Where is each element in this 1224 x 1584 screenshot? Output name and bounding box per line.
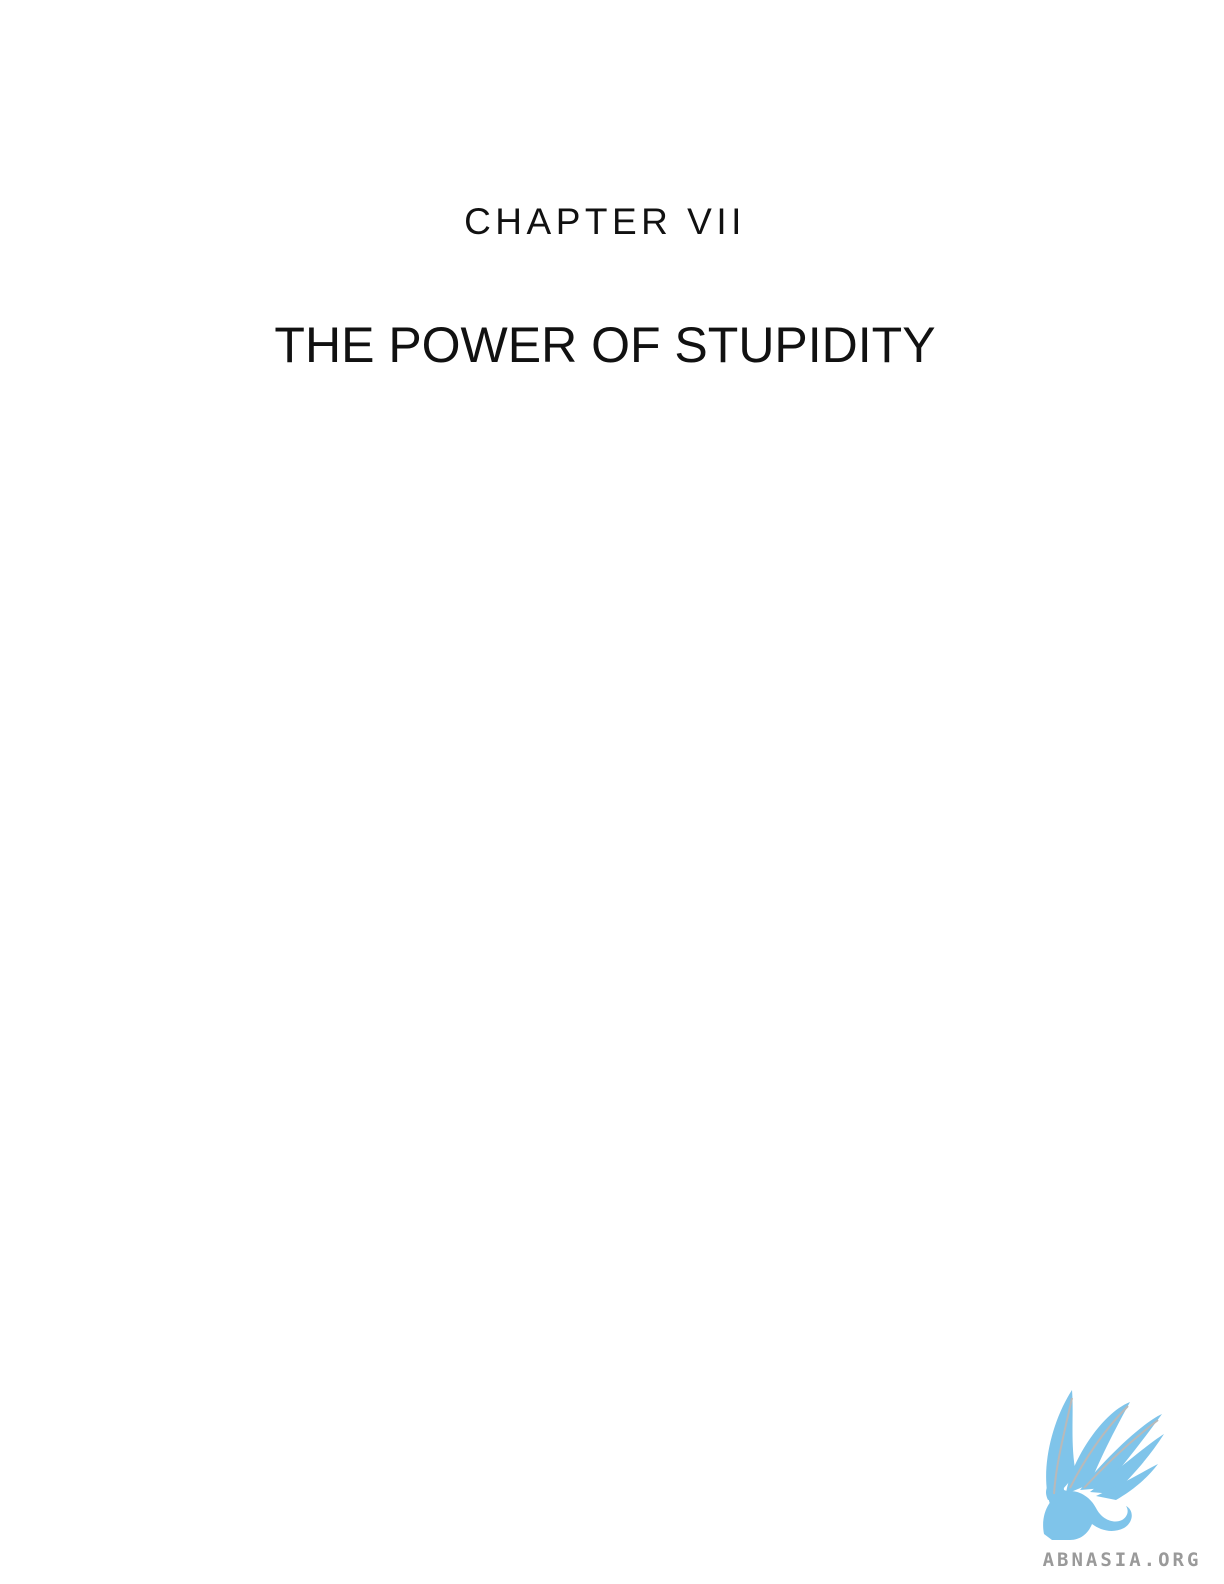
chapter-title: THE POWER OF STUPIDITY bbox=[274, 317, 936, 373]
chapter-number: CHAPTER VII bbox=[464, 201, 746, 242]
document-page: CHAPTER VII THE POWER OF STUPIDITY ABNAS… bbox=[0, 0, 1224, 1584]
watermark-text: ABNASIA.ORG bbox=[1042, 1549, 1202, 1571]
griffin-logo-icon bbox=[1043, 1390, 1164, 1540]
watermark: ABNASIA.ORG bbox=[1030, 1384, 1214, 1580]
